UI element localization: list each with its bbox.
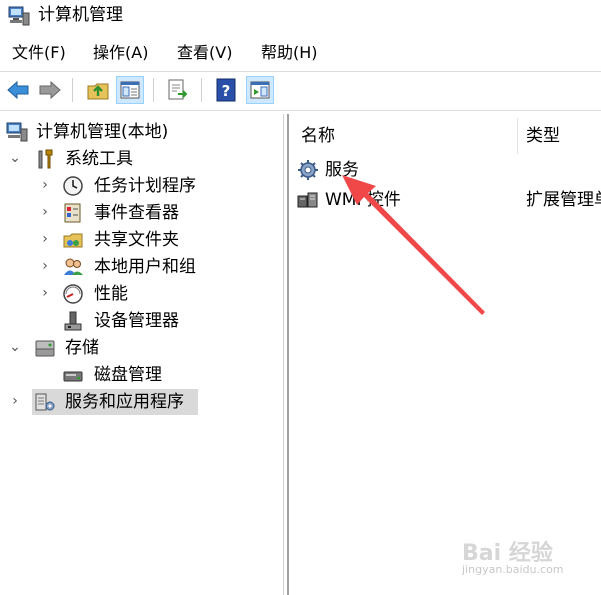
tree-item-services-and-applications[interactable]: › 服务和应用程序 — [0, 389, 200, 415]
gear-icon — [298, 160, 318, 180]
column-header-type[interactable]: 类型 — [526, 118, 560, 154]
event-log-icon — [64, 203, 81, 223]
export-list-icon[interactable] — [164, 76, 192, 104]
back-icon[interactable] — [4, 76, 32, 104]
window-title: 计算机管理 — [38, 5, 123, 25]
menu-help[interactable]: 帮助(H) — [261, 42, 318, 64]
watermark-url: jingyan.baidu.com — [462, 563, 564, 576]
tools-icon — [38, 149, 53, 169]
menu-bar: 文件(F) 操作(A) 查看(V) 帮助(H) — [0, 38, 601, 68]
show-hide-console-tree-button[interactable] — [116, 76, 144, 104]
forward-icon[interactable] — [36, 76, 64, 104]
toolbar: ? — [0, 71, 601, 111]
collapsed-chevron-icon[interactable]: › — [38, 202, 52, 222]
results-list: 名称 类型 服务 WMI 控件 扩展管理单元 — [287, 114, 601, 595]
menu-file[interactable]: 文件(F) — [12, 42, 66, 64]
users-icon — [64, 258, 83, 275]
list-item-name: 服务 — [325, 160, 359, 180]
tree-item-task-scheduler[interactable]: › 任务计划程序 — [0, 173, 283, 199]
shared-folder-icon — [63, 233, 83, 248]
wmi-control-icon — [297, 192, 318, 208]
tree-item-root[interactable]: 计算机管理(本地) — [0, 119, 283, 145]
device-manager-icon — [64, 311, 82, 331]
tree-label: 服务和应用程序 — [65, 392, 184, 412]
console-tree: 计算机管理(本地) ⌄ 系统工具 › 任务计划程序 › 事件查看器 › 共享文件… — [0, 114, 284, 595]
tree-label: 设备管理器 — [94, 311, 179, 331]
list-item-type: 扩展管理单元 — [526, 190, 601, 210]
tree-label: 本地用户和组 — [94, 257, 196, 277]
tree-label: 任务计划程序 — [94, 176, 196, 196]
performance-icon — [63, 284, 83, 304]
disk-icon — [63, 371, 83, 382]
tree-item-event-viewer[interactable]: › 事件查看器 — [0, 200, 283, 226]
list-row-services[interactable]: 服务 — [289, 156, 601, 184]
tree-label: 性能 — [94, 284, 128, 304]
tree-item-performance[interactable]: › 性能 — [0, 281, 283, 307]
toolbar-separator — [153, 78, 154, 102]
tree-label: 共享文件夹 — [94, 230, 179, 250]
clock-icon — [63, 176, 83, 196]
storage-icon — [35, 340, 55, 357]
column-divider[interactable] — [517, 118, 518, 154]
services-apps-icon — [35, 393, 55, 411]
list-item-name: WMI 控件 — [325, 190, 401, 210]
tree-item-storage[interactable]: ⌄ 存储 — [0, 335, 283, 361]
tree-item-local-users[interactable]: › 本地用户和组 — [0, 254, 283, 280]
tree-label: 计算机管理(本地) — [36, 122, 169, 142]
tree-label: 磁盘管理 — [94, 365, 162, 385]
console-tree-icon — [120, 81, 140, 99]
toolbar-separator — [72, 78, 73, 102]
collapsed-chevron-icon[interactable]: › — [38, 229, 52, 249]
show-hide-action-pane-button[interactable] — [246, 76, 274, 104]
help-icon[interactable]: ? — [212, 76, 240, 104]
tree-item-device-manager[interactable]: 设备管理器 — [0, 308, 283, 334]
tree-item-system-tools[interactable]: ⌄ 系统工具 — [0, 146, 283, 172]
expanded-chevron-icon[interactable]: ⌄ — [8, 148, 22, 168]
expanded-chevron-icon[interactable]: ⌄ — [8, 337, 22, 357]
menu-view[interactable]: 查看(V) — [177, 42, 232, 64]
tree-item-disk-management[interactable]: 磁盘管理 — [0, 362, 283, 388]
computer-management-icon — [6, 122, 28, 142]
collapsed-chevron-icon[interactable]: › — [38, 283, 52, 303]
toolbar-separator — [201, 78, 202, 102]
collapsed-chevron-icon[interactable]: › — [38, 175, 52, 195]
computer-management-icon — [8, 6, 30, 26]
tree-item-shared-folders[interactable]: › 共享文件夹 — [0, 227, 283, 253]
action-pane-icon — [250, 81, 270, 99]
watermark: Bai 经验 jingyan.baidu.com — [462, 535, 592, 590]
up-folder-icon[interactable] — [84, 76, 112, 104]
menu-action[interactable]: 操作(A) — [93, 42, 148, 64]
tree-label: 事件查看器 — [94, 203, 179, 223]
tree-label: 存储 — [65, 338, 99, 358]
tree-label: 系统工具 — [65, 149, 133, 169]
list-row-wmi-control[interactable]: WMI 控件 扩展管理单元 — [289, 186, 601, 214]
collapsed-chevron-icon[interactable]: › — [38, 256, 52, 276]
svg-text:?: ? — [222, 82, 231, 100]
column-header-name[interactable]: 名称 — [301, 118, 335, 154]
title-bar: 计算机管理 — [0, 0, 601, 32]
collapsed-chevron-icon[interactable]: › — [8, 391, 22, 411]
